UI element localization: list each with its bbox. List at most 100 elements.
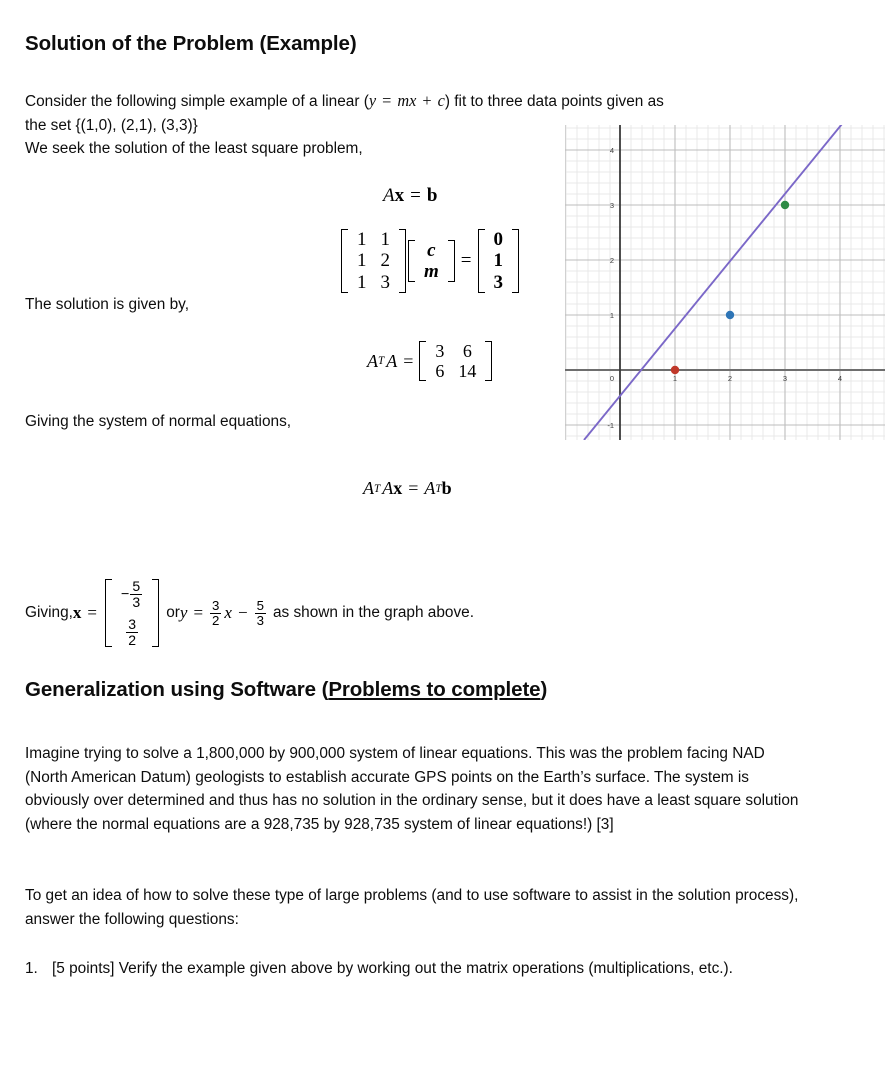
ytick-label-4: 4 — [610, 146, 614, 155]
solution-minus-sign: − — [121, 586, 130, 603]
xtick-label-1: 1 — [673, 374, 677, 383]
bracket-left — [105, 579, 112, 647]
xtick-label-3: 3 — [783, 374, 787, 383]
solution-cell-1: −5 3 — [114, 579, 150, 609]
matrix-b-cell: 0 — [493, 229, 504, 250]
page-title: Solution of the Problem (Example) — [25, 32, 357, 55]
bracket-right — [152, 579, 160, 647]
ytick-label-3: 3 — [610, 201, 614, 210]
matrix-A-cell: 1 — [357, 271, 367, 293]
matrix-A-cell: 1 — [380, 229, 391, 250]
eq-ata-A: A — [367, 350, 378, 371]
bracket-right — [399, 229, 406, 293]
matrix-ata-cell: 6 — [462, 341, 472, 361]
ytick-label-0: 0 — [610, 374, 614, 383]
ytick-label-1: 1 — [610, 311, 614, 320]
giving-solution-line: Giving, x = −5 3 32 or y = 3 2 x −5 3 as shown i… — [25, 578, 474, 649]
matrix-b: 0 1 3 — [477, 228, 519, 294]
solution-cell-2: 32 — [118, 617, 146, 647]
eq-ata-A2: A — [386, 350, 398, 371]
heading2-tail: ) — [540, 678, 548, 701]
data-point-1-0 — [670, 365, 680, 375]
matrix-solution: −5 3 32 — [105, 578, 160, 649]
bracket-left — [341, 229, 348, 293]
matrix-A: 1 1 1 2 1 3 — [341, 228, 406, 294]
matrix-A-cell: 3 — [380, 271, 391, 293]
equation-ata: A T A = 3 6 6 14 — [367, 340, 493, 382]
line-eq-equals: = — [193, 603, 204, 623]
line-eq-slope-num: 3 — [212, 598, 220, 614]
list-item-number: 1. — [25, 960, 38, 977]
eq-ata-transpose: T — [378, 355, 385, 368]
line-eq-x: x — [224, 603, 232, 623]
document-page: Solution of the Problem (Example) Consid… — [0, 0, 890, 1068]
intro-text-b: ) fit to three data points given as — [444, 93, 664, 110]
eq-normal-x: x — [393, 478, 403, 498]
line-eq-y: y — [179, 603, 188, 623]
matrix-ata-cell: 14 — [458, 361, 477, 382]
equation-matrix-system: 1 1 1 2 1 3 c m = 0 1 3 — [341, 228, 519, 299]
matrix-ata-cell: 6 — [435, 361, 445, 382]
eq-ata-equals: = — [403, 350, 414, 371]
eq-normal-equals: = — [408, 478, 419, 498]
solution-label: The solution is given by, — [25, 296, 189, 313]
equation-ax-equals-b: Ax = b — [383, 185, 437, 207]
ytick-label-neg1: -1 — [607, 421, 614, 430]
eq-ax-b-x: x — [394, 185, 405, 206]
giving-tail-label: as shown in the graph above. — [272, 604, 475, 621]
matrix-unknown-cell: m — [424, 260, 439, 282]
heading2-main: Generalization using Software ( — [25, 678, 329, 701]
normal-equations-label: Giving the system of normal equations, — [25, 413, 292, 430]
major-grid-horizontal — [565, 149, 885, 426]
section-heading-generalization: Generalization using Software (Problems … — [25, 678, 547, 702]
bracket-left — [419, 341, 427, 382]
line-eq-minus: − — [237, 603, 248, 623]
matrix-b-cell: 3 — [493, 271, 504, 293]
eq-ax-b-b: b — [426, 185, 438, 206]
eq-ax-b-equals: = — [410, 185, 421, 206]
graph-svg: 0 4 3 2 1 -1 1 2 3 4 — [565, 125, 885, 440]
bracket-right — [485, 341, 493, 382]
solution-den-1: 3 — [130, 593, 143, 610]
matrix-unknown-cell: c — [427, 239, 436, 261]
minor-grid-horizontal — [565, 127, 885, 437]
solution-num-2: 3 — [128, 616, 137, 633]
giving-label: Giving, — [25, 604, 73, 621]
eq-normal-transpose: T — [374, 482, 381, 495]
line-eq-slope-den: 2 — [210, 612, 222, 628]
bracket-right — [447, 239, 455, 283]
solution-vector: −5 3 32 — [105, 578, 160, 649]
solution-num-1: 5 — [132, 578, 141, 594]
data-point-2-1 — [725, 310, 735, 320]
equation-normal: A T Ax = A Tb — [363, 478, 452, 499]
paragraph-generalization: Imagine trying to solve a 1,800,000 by 9… — [25, 745, 799, 833]
eq-normal-A2: A — [382, 478, 394, 498]
matrix-A-cell: 1 — [357, 250, 367, 272]
data-point-3-3 — [780, 200, 790, 210]
giving-x-symbol: x = — [72, 603, 97, 623]
matrix-equals: = — [460, 249, 472, 271]
matrix-b-cell: 1 — [493, 250, 504, 272]
solution-den-2: 2 — [126, 632, 139, 649]
xtick-label-2: 2 — [728, 374, 732, 383]
ytick-label-2: 2 — [610, 256, 614, 265]
intro-inline-equation: y = mx + c — [368, 91, 445, 110]
eq-normal-A3: A — [424, 478, 436, 498]
line-equation: y = 3 2 x −5 3 — [180, 599, 267, 628]
matrix-unknowns: c m — [408, 239, 455, 284]
eq-normal-A: A — [363, 478, 374, 498]
matrix-A-cell: 1 — [357, 229, 367, 250]
giving-or-label: or — [166, 604, 180, 621]
bracket-right — [512, 229, 519, 293]
intro-text-a: Consider the following simple example of… — [25, 93, 369, 110]
paragraph-questions-intro: To get an idea of how to solve these typ… — [25, 887, 799, 928]
heading2-underlined: Problems to complete — [328, 678, 541, 701]
xtick-label-4: 4 — [838, 374, 842, 383]
intro-text-set: the set {(1,0), (2,1), (3,3)} — [25, 116, 198, 134]
bracket-left — [477, 229, 485, 293]
eq-ax-b-A: A — [383, 185, 395, 206]
matrix-A-cell: 2 — [380, 250, 391, 272]
line-eq-int-num: 5 — [256, 598, 264, 614]
eq-normal-b: b — [441, 478, 452, 498]
matrix-ata-cell: 3 — [435, 341, 445, 361]
